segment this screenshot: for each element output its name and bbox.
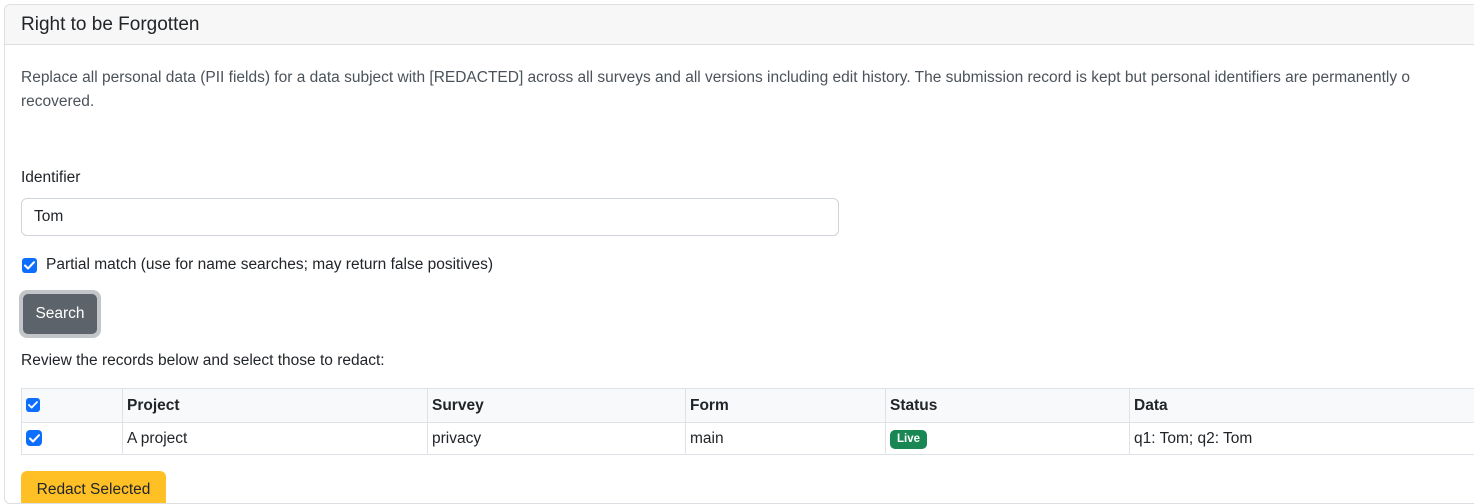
checkmark-icon — [29, 434, 40, 443]
row-select-cell — [22, 423, 123, 455]
status-badge: Live — [890, 430, 927, 449]
partial-match-row: Partial match (use for name searches; ma… — [22, 256, 493, 274]
identifier-label: Identifier — [21, 169, 80, 187]
description-text: Replace all personal data (PII fields) f… — [21, 66, 1474, 114]
partial-match-label: Partial match (use for name searches; ma… — [46, 256, 493, 274]
header-survey: Survey — [428, 389, 686, 423]
header-data: Data — [1130, 389, 1474, 423]
cell-status: Live — [886, 423, 1130, 455]
select-all-header — [22, 389, 123, 423]
cell-form: main — [686, 423, 886, 455]
header-project: Project — [123, 389, 428, 423]
rtbf-card: Right to be Forgotten Replace all person… — [4, 4, 1474, 504]
checkmark-icon — [24, 261, 35, 270]
search-button-label: Search — [23, 294, 97, 334]
header-form: Form — [686, 389, 886, 423]
select-all-checkbox[interactable] — [26, 398, 40, 412]
cell-project: A project — [123, 423, 428, 455]
search-button[interactable]: Search — [19, 290, 101, 338]
results-table: Project Survey Form Status Data — [21, 388, 1474, 455]
cell-survey: privacy — [428, 423, 686, 455]
card-title: Right to be Forgotten — [21, 14, 200, 36]
partial-match-checkbox[interactable] — [22, 258, 37, 273]
identifier-input[interactable] — [21, 198, 839, 236]
checkmark-icon — [28, 401, 38, 409]
card-header: Right to be Forgotten — [5, 5, 1474, 45]
review-instructions: Review the records below and select thos… — [21, 352, 385, 370]
table-header-row: Project Survey Form Status Data — [22, 389, 1474, 423]
table-row: A project privacy main Live q1: Tom; q2:… — [22, 423, 1474, 455]
redact-selected-button[interactable]: Redact Selected — [21, 471, 166, 504]
cell-data: q1: Tom; q2: Tom — [1130, 423, 1474, 455]
row-select-checkbox[interactable] — [26, 430, 42, 446]
header-status: Status — [886, 389, 1130, 423]
